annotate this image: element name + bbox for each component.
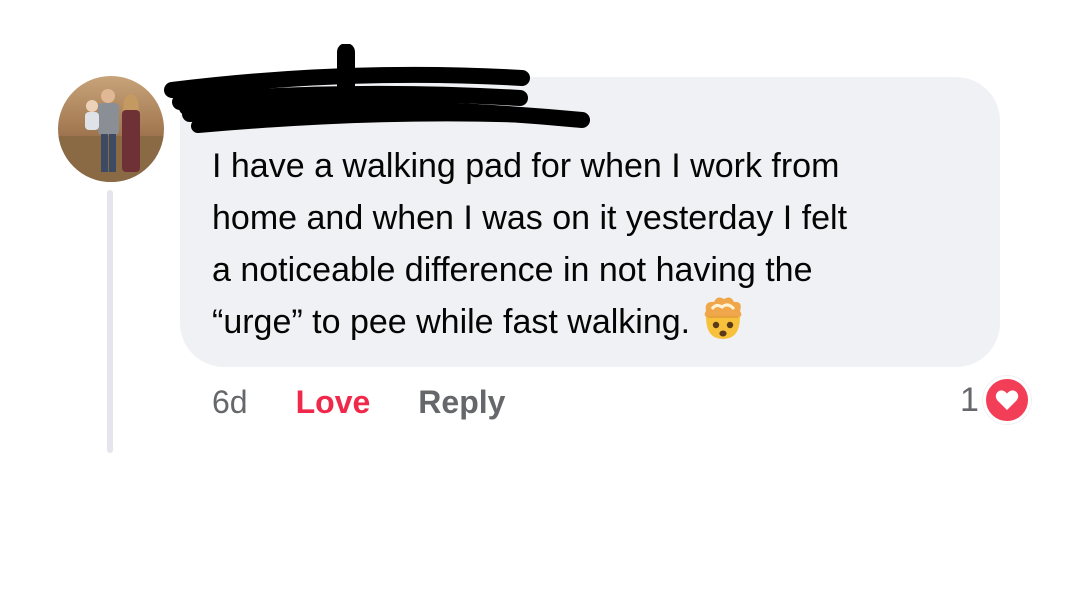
comment-actions: 6d Love Reply xyxy=(212,380,505,424)
comment-line-1: I have a walking pad for when I work fro… xyxy=(212,147,840,185)
comment-line-3: a noticeable difference in not having th… xyxy=(212,251,813,289)
comment-line-4-text: “urge” to pee while fast walking. xyxy=(212,303,691,341)
heart-icon xyxy=(982,376,1031,424)
avatar[interactable] xyxy=(58,76,164,182)
reply-button[interactable]: Reply xyxy=(418,384,505,421)
comment-text: I have a walking pad for when I work fro… xyxy=(212,140,982,348)
comment-line-4: “urge” to pee while fast walking. xyxy=(212,296,982,348)
redaction-scribble xyxy=(164,44,590,133)
comment-page: I have a walking pad for when I work fro… xyxy=(0,0,1080,607)
reaction-count: 1 xyxy=(960,380,979,419)
love-button[interactable]: Love xyxy=(296,384,371,421)
reaction-summary[interactable]: 1 xyxy=(960,376,1031,424)
exploding-head-icon xyxy=(704,297,742,340)
comment-line-2: home and when I was on it yesterday I fe… xyxy=(212,199,848,237)
thread-line xyxy=(107,190,113,453)
comment-timestamp[interactable]: 6d xyxy=(212,384,248,421)
